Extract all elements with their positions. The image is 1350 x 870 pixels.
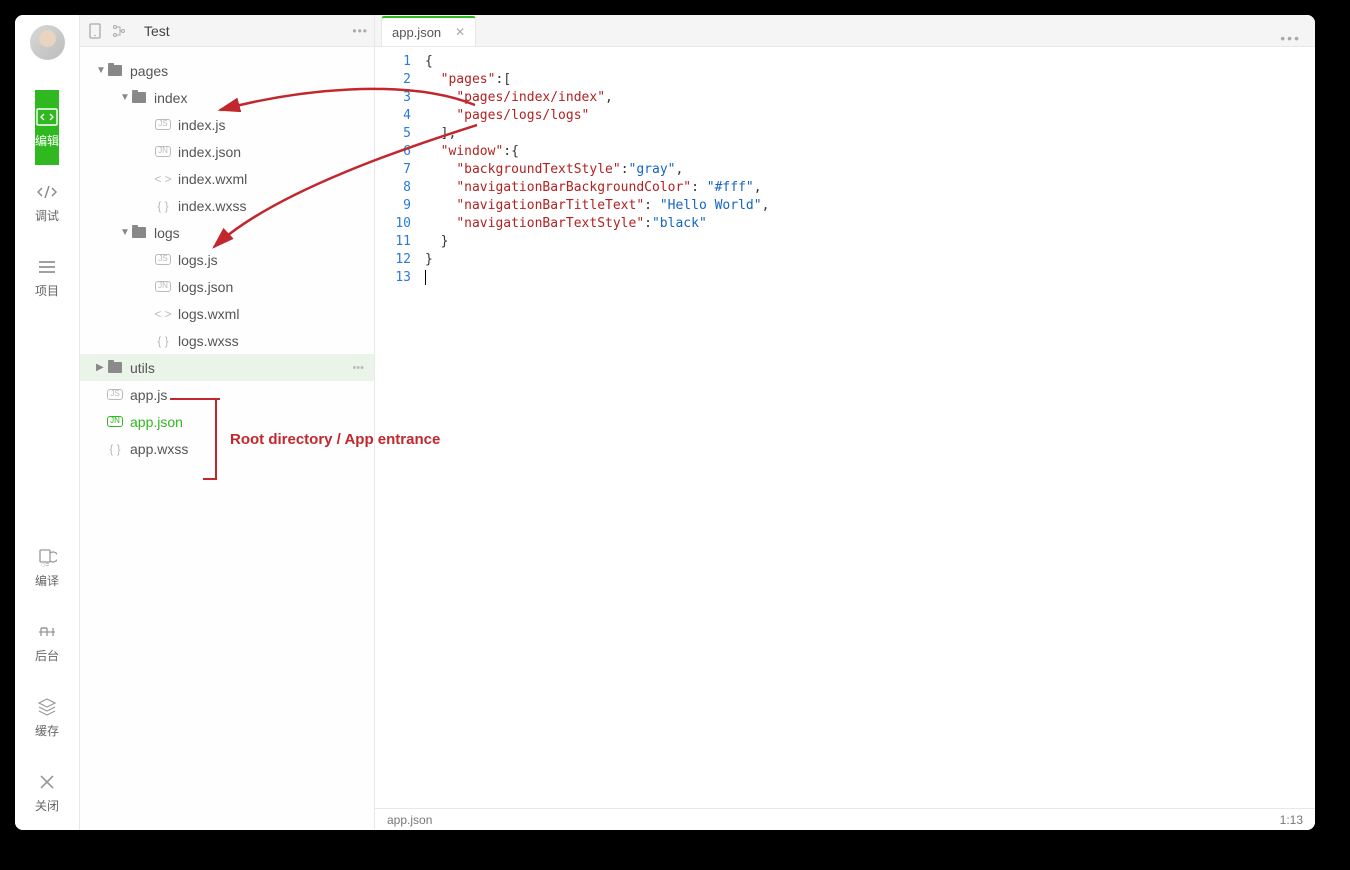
folder-icon	[106, 362, 124, 373]
file-icon: JN	[154, 146, 172, 157]
rail-icon	[36, 696, 58, 718]
file-icon: JS	[154, 119, 172, 130]
tab-appjson[interactable]: app.json ✕	[381, 16, 476, 46]
explorer-more-icon[interactable]: •••	[352, 24, 368, 38]
file-logs.wxss[interactable]: { } logs.wxss	[80, 327, 374, 354]
tabs-more-icon[interactable]: •••	[1280, 30, 1301, 46]
file-explorer: Test ••• ▼ pages ▼ index JS index.js JN index.j…	[80, 15, 375, 830]
tree-label: utils	[130, 360, 155, 376]
editor-pane: app.json ✕ ••• 12345678910111213 { "page…	[375, 15, 1315, 830]
rail-label: 项目	[35, 282, 59, 299]
file-icon: { }	[106, 442, 124, 456]
rail-icon: ○=	[36, 546, 58, 568]
rail-bottom-0[interactable]: ○= 编译	[35, 530, 59, 605]
folder-utils[interactable]: ▶ utils •••	[80, 354, 374, 381]
tree-label: index	[154, 90, 187, 106]
rail-bottom-3[interactable]: 关闭	[35, 755, 59, 830]
rail-icon	[36, 771, 58, 793]
rail-label: 缓存	[35, 722, 59, 739]
file-icon: JS	[106, 389, 124, 400]
rail-item-1[interactable]: 调试	[35, 165, 59, 240]
folder-icon	[106, 65, 124, 76]
folder-index[interactable]: ▼ index	[80, 84, 374, 111]
avatar[interactable]	[30, 25, 65, 60]
rail-icon	[36, 621, 58, 643]
folder-logs[interactable]: ▼ logs	[80, 219, 374, 246]
status-bar: app.json 1:13	[375, 808, 1315, 830]
folder-icon	[130, 92, 148, 103]
file-icon: < >	[154, 172, 172, 186]
annotation-bracket	[203, 400, 217, 480]
rail-label: 编译	[35, 572, 59, 589]
rail-item-0[interactable]: 编辑	[35, 90, 59, 165]
rail-icon	[36, 256, 58, 278]
file-icon: JN	[154, 281, 172, 292]
file-index.wxss[interactable]: { } index.wxss	[80, 192, 374, 219]
tree-label: pages	[130, 63, 168, 79]
file-index.json[interactable]: JN index.json	[80, 138, 374, 165]
file-logs.wxml[interactable]: < > logs.wxml	[80, 300, 374, 327]
tree-label: index.json	[178, 144, 241, 160]
tree-label: logs.wxss	[178, 333, 239, 349]
tree-label: index.js	[178, 117, 225, 133]
file-app.js[interactable]: JS app.js	[80, 381, 374, 408]
file-index.js[interactable]: JS index.js	[80, 111, 374, 138]
device-icon[interactable]	[86, 22, 104, 40]
status-position: 1:13	[1280, 813, 1303, 827]
more-icon[interactable]: •••	[352, 362, 364, 374]
explorer-title: Test	[134, 23, 352, 39]
file-icon: JN	[106, 416, 124, 427]
tree-label: app.js	[130, 387, 167, 403]
folder-pages[interactable]: ▼ pages	[80, 57, 374, 84]
file-icon: { }	[154, 334, 172, 348]
file-icon: JS	[154, 254, 172, 265]
rail-icon	[36, 106, 58, 128]
file-logs.js[interactable]: JS logs.js	[80, 246, 374, 273]
file-logs.json[interactable]: JN logs.json	[80, 273, 374, 300]
explorer-header: Test •••	[80, 15, 374, 47]
tree-label: logs.json	[178, 279, 233, 295]
code-editor[interactable]: 12345678910111213 { "pages":[ "pages/ind…	[375, 47, 1315, 808]
svg-text:○=: ○=	[41, 562, 49, 567]
tree-label: index.wxml	[178, 171, 247, 187]
tab-label: app.json	[392, 25, 441, 40]
tab-bar: app.json ✕ •••	[375, 15, 1315, 47]
chevron-icon: ▼	[120, 92, 130, 103]
annotation-bracket-top	[170, 398, 220, 400]
chevron-icon: ▼	[120, 227, 130, 238]
rail-label: 调试	[35, 207, 59, 224]
tree-label: app.json	[130, 414, 183, 430]
file-index.wxml[interactable]: < > index.wxml	[80, 165, 374, 192]
annotation-text: Root directory / App entrance	[230, 431, 440, 448]
status-filename: app.json	[387, 813, 1280, 827]
tree-icon[interactable]	[110, 22, 128, 40]
rail-icon	[36, 181, 58, 203]
rail-item-2[interactable]: 项目	[35, 240, 59, 315]
code-content: { "pages":[ "pages/index/index", "pages/…	[425, 53, 1315, 808]
tree-label: index.wxss	[178, 198, 246, 214]
chevron-icon: ▼	[96, 65, 106, 76]
file-icon: < >	[154, 307, 172, 321]
tree-label: logs.js	[178, 252, 218, 268]
left-rail: 编辑调试项目 ○= 编译后台缓存关闭	[15, 15, 80, 830]
rail-label: 后台	[35, 647, 59, 664]
tree-label: app.wxss	[130, 441, 188, 457]
chevron-icon: ▶	[96, 362, 106, 373]
folder-icon	[130, 227, 148, 238]
rail-label: 关闭	[35, 797, 59, 814]
tree-label: logs.wxml	[178, 306, 239, 322]
rail-bottom-1[interactable]: 后台	[35, 605, 59, 680]
tree-label: logs	[154, 225, 180, 241]
file-icon: { }	[154, 199, 172, 213]
rail-bottom-2[interactable]: 缓存	[35, 680, 59, 755]
rail-label: 编辑	[35, 132, 59, 149]
close-icon[interactable]: ✕	[455, 25, 465, 39]
